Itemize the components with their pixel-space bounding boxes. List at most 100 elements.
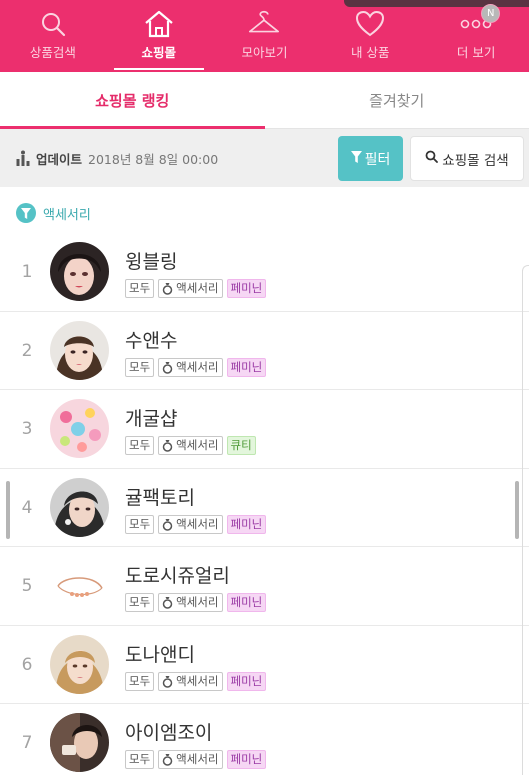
shop-name: 아이엠조이 — [125, 722, 213, 744]
age-tag: 모두 — [125, 750, 155, 769]
category-tag: 액세서리 — [158, 671, 223, 691]
category-tag-label: 액세서리 — [176, 752, 219, 766]
filter-category-icon — [16, 203, 36, 223]
age-tag: 모두 — [125, 593, 155, 612]
age-tag: 모두 — [125, 514, 155, 534]
shop-name: 도나앤디 — [125, 643, 195, 666]
funnel-icon — [350, 150, 362, 167]
shop-name: 수앤수 — [125, 329, 178, 352]
update-timestamp: 2018년 8월 8일 00:00 — [88, 151, 219, 167]
shop-search-label: 쇼핑몰 검색 — [442, 152, 509, 169]
search-icon — [36, 9, 70, 39]
side-panel-edge — [522, 265, 529, 775]
category-tag: 액세서리 — [158, 514, 223, 534]
ring-icon — [162, 754, 173, 766]
rank-number: 3 — [21, 419, 33, 439]
category-tag: 액세서리 — [158, 357, 223, 377]
style-tag: 페미닌 — [226, 593, 267, 612]
shop-tags: 모두 액세서리 큐티 — [125, 436, 256, 455]
rank-number: 6 — [21, 654, 33, 675]
shop-name: 윙블링 — [125, 251, 178, 273]
shop-avatar — [50, 713, 109, 772]
rank-number: 5 — [21, 576, 33, 596]
style-tag: 페미닌 — [226, 750, 267, 769]
tab-favorites[interactable]: 즐겨찾기 — [265, 72, 529, 128]
ring-icon — [162, 518, 173, 531]
shop-tags: 모두 액세서리 페미닌 — [125, 671, 267, 691]
shop-ranking-list: 1 윙블링 모두 액세서리 페미닌 2 수앤수 모두 액세서리 페미닌 3 개굴… — [0, 233, 529, 775]
home-icon — [142, 9, 176, 39]
filter-button[interactable]: 필터 — [338, 136, 403, 181]
shop-avatar — [50, 556, 109, 615]
ring-icon — [162, 440, 173, 452]
shop-row[interactable]: 2 수앤수 모두 액세서리 페미닌 — [0, 312, 529, 390]
shop-row[interactable]: 3 개굴샵 모두 액세서리 큐티 — [0, 390, 529, 469]
shop-tags: 모두 액세서리 페미닌 — [125, 514, 267, 534]
tab-shop-ranking[interactable]: 쇼핑몰 랭킹 — [0, 72, 265, 129]
shop-avatar — [50, 634, 109, 694]
ranking-tabs: 쇼핑몰 랭킹 즐겨찾기 — [0, 72, 529, 129]
nav-label: 더 보기 — [456, 45, 496, 60]
category-header: 액세서리 — [16, 195, 91, 231]
shop-avatar — [50, 477, 109, 537]
shop-row[interactable]: 6 도나앤디 모두 액세서리 페미닌 — [0, 626, 529, 704]
nav-item-more[interactable]: 더 보기 N — [423, 0, 529, 72]
style-tag: 페미닌 — [226, 357, 267, 377]
shop-avatar — [50, 399, 109, 458]
ring-icon — [162, 361, 173, 374]
nav-label: 상품검색 — [29, 45, 76, 60]
age-tag: 모두 — [125, 357, 155, 377]
nav-item-shopping-mall[interactable]: 쇼핑몰 — [106, 0, 212, 72]
shop-search-button[interactable]: 쇼핑몰 검색 — [410, 136, 524, 181]
rank-number: 7 — [21, 733, 33, 753]
shop-name: 개굴샵 — [125, 408, 178, 430]
new-badge: N — [481, 4, 501, 23]
filter-button-label: 필터 — [364, 151, 391, 168]
update-label: 업데이트 — [36, 151, 83, 167]
shop-name: 귤팩토리 — [125, 486, 195, 509]
age-tag: 모두 — [125, 436, 155, 455]
category-tag-label: 액세서리 — [176, 516, 219, 531]
rank-number: 4 — [21, 497, 33, 518]
shop-avatar — [50, 242, 109, 301]
shop-name: 도로시쥬얼리 — [125, 565, 230, 587]
style-tag: 큐티 — [226, 436, 256, 455]
category-tag: 액세서리 — [158, 593, 223, 612]
top-navigation-bar: 상품검색 쇼핑몰 모아보기 내 상품 더 보기 N — [0, 0, 529, 72]
update-bar: 업데이트 2018년 8월 8일 00:00 필터 쇼핑몰 검색 — [0, 129, 529, 187]
shop-tags: 모두 액세서리 페미닌 — [125, 357, 267, 377]
shop-row[interactable]: 7 아이엠조이 모두 액세서리 페미닌 — [0, 704, 529, 775]
category-tag: 액세서리 — [158, 750, 223, 769]
shop-tags: 모두 액세서리 페미닌 — [125, 750, 267, 769]
category-tag-label: 액세서리 — [176, 359, 219, 374]
age-tag: 모두 — [125, 671, 155, 691]
shop-avatar — [50, 320, 109, 380]
ranking-update-icon — [16, 150, 30, 166]
category-tag-label: 액세서리 — [176, 281, 219, 295]
ring-icon — [162, 597, 173, 609]
category-tag-label: 액세서리 — [176, 673, 219, 688]
rank-number: 1 — [21, 262, 33, 282]
nav-label: 모아보기 — [241, 45, 288, 60]
nav-item-product-search[interactable]: 상품검색 — [0, 0, 106, 72]
rank-number: 2 — [21, 340, 33, 361]
ring-icon — [162, 675, 173, 688]
shop-tags: 모두 액세서리 페미닌 — [125, 593, 267, 612]
ring-icon — [162, 283, 173, 295]
nav-item-my-products[interactable]: 내 상품 — [317, 0, 423, 72]
nav-label: 내 상품 — [351, 45, 390, 60]
category-tag: 액세서리 — [158, 279, 223, 298]
shop-row[interactable]: 1 윙블링 모두 액세서리 페미닌 — [0, 233, 529, 312]
scrollbar-thumb[interactable] — [515, 481, 519, 539]
shop-row[interactable]: 4 귤팩토리 모두 액세서리 페미닌 — [0, 469, 529, 547]
nav-item-collection[interactable]: 모아보기 — [212, 0, 318, 72]
age-tag: 모두 — [125, 279, 155, 298]
style-tag: 페미닌 — [226, 279, 267, 298]
style-tag: 페미닌 — [226, 514, 267, 534]
category-tag-label: 액세서리 — [176, 595, 219, 609]
app-screen: 상품검색 쇼핑몰 모아보기 내 상품 더 보기 N 쇼핑몰 랭킹 즐겨찾기 업데… — [0, 0, 529, 775]
category-tag: 액세서리 — [158, 436, 223, 455]
nav-label: 쇼핑몰 — [141, 45, 176, 60]
shop-row[interactable]: 5 도로시쥬얼리 모두 액세서리 페미닌 — [0, 547, 529, 626]
style-tag: 페미닌 — [226, 671, 267, 691]
